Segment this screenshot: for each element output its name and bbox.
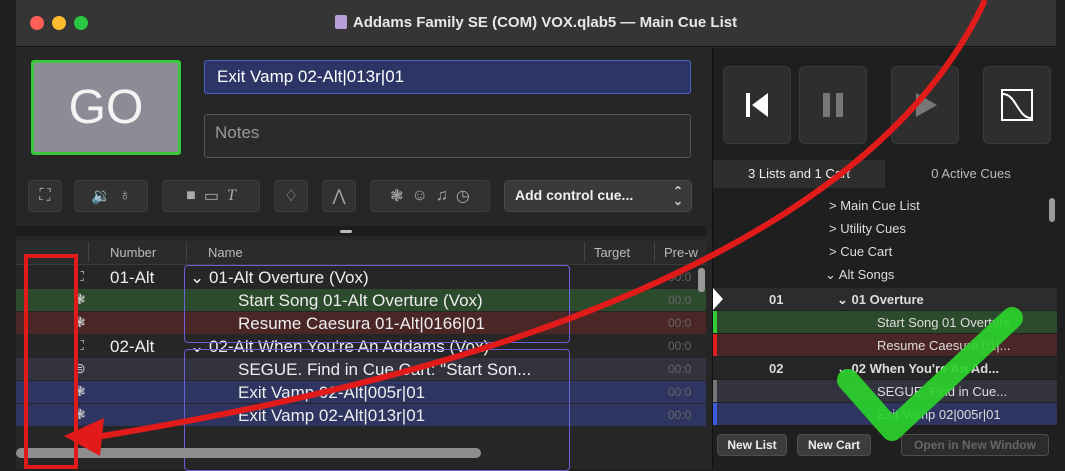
annotation-arrowhead (64, 418, 104, 456)
annotation-overlay (64, 0, 1023, 456)
annotation-checkmark (837, 307, 1023, 441)
